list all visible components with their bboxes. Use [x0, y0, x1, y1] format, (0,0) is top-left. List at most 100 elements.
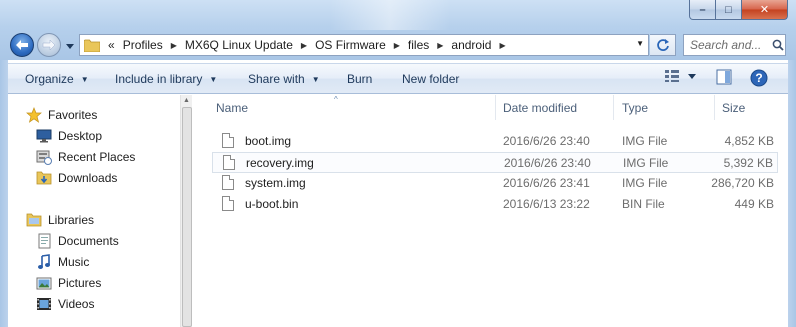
search-input[interactable] [690, 38, 770, 52]
navigation-pane: Favorites Desktop Recent Places Download… [8, 95, 180, 327]
sidebar-item-label: Recent Places [58, 149, 136, 164]
maximize-button[interactable]: □ [716, 0, 742, 20]
file-icon [223, 155, 235, 170]
videos-icon [36, 296, 52, 312]
music-icon [36, 253, 52, 270]
star-icon [26, 106, 42, 123]
change-view-button[interactable] [664, 69, 680, 83]
command-bar: Organize ▼ Include in library ▼ Share with… [8, 63, 788, 94]
sidebar-item-label: Music [58, 254, 90, 269]
sidebar-header-libraries[interactable]: Libraries [26, 209, 94, 230]
sidebar-item-videos[interactable]: Videos [36, 293, 94, 314]
window-frame: – □ ✕ « Profiles ▶ MX6Q Linux Update ▶ OS … [0, 0, 796, 60]
address-history-dropdown[interactable]: ▼ [636, 39, 644, 48]
sidebar-item-label: Videos [58, 296, 95, 311]
sidebar-header-favorites[interactable]: Favorites [26, 104, 97, 125]
window-border-right [788, 60, 796, 327]
address-bar[interactable]: « Profiles ▶ MX6Q Linux Update ▶ OS Firmwa… [79, 34, 649, 56]
back-button[interactable] [10, 33, 34, 57]
file-date: 2016/6/26 23:41 [503, 176, 590, 190]
breadcrumb-os-firmware[interactable]: OS Firmware ▶ [311, 35, 404, 55]
file-type: IMG File [622, 176, 668, 190]
help-icon: ? [750, 69, 768, 87]
svg-text:?: ? [755, 71, 762, 85]
file-icon [222, 175, 234, 190]
breadcrumb-arrow-icon[interactable]: ▶ [297, 41, 311, 50]
refresh-button[interactable] [650, 34, 676, 56]
search-box[interactable] [683, 34, 786, 56]
scrollbar-thumb[interactable] [182, 107, 192, 327]
breadcrumb-mx6q-linux-update[interactable]: MX6Q Linux Update ▶ [181, 35, 311, 55]
file-size: 5,392 KB [723, 156, 773, 170]
column-separator[interactable] [714, 95, 715, 120]
chevron-down-icon: ▼ [80, 74, 89, 84]
recent-pages-dropdown[interactable] [64, 40, 76, 52]
column-header-size[interactable]: Size [722, 95, 745, 120]
window-border-left [0, 60, 8, 327]
breadcrumb-android[interactable]: android ▶ [447, 35, 509, 55]
breadcrumb-files[interactable]: files ▶ [404, 35, 448, 55]
sidebar-item-label: Desktop [58, 128, 103, 143]
view-options-dropdown[interactable] [688, 74, 696, 79]
forward-button[interactable] [37, 33, 61, 57]
breadcrumb-arrow-icon[interactable]: ▶ [390, 41, 404, 50]
downloads-folder-icon [36, 170, 52, 186]
preview-pane-button[interactable] [716, 69, 732, 85]
pictures-icon [36, 275, 52, 291]
sidebar-item-pictures[interactable]: Pictures [36, 272, 101, 293]
file-size: 4,852 KB [724, 134, 774, 148]
file-type: IMG File [622, 134, 668, 148]
column-header-name[interactable]: Name [216, 95, 248, 120]
arrow-right-icon [42, 39, 56, 51]
scroll-up-icon[interactable]: ▲ [183, 97, 190, 104]
breadcrumb-overflow[interactable]: « [104, 35, 119, 55]
breadcrumb-arrow-icon[interactable]: ▶ [495, 41, 509, 50]
organize-button[interactable]: Organize ▼ [25, 72, 89, 86]
documents-icon [36, 233, 52, 249]
sidebar-header-label: Favorites [48, 107, 98, 122]
sidebar-item-desktop[interactable]: Desktop [36, 125, 102, 146]
file-icon [222, 196, 234, 211]
search-icon[interactable] [772, 39, 784, 51]
arrow-left-icon [16, 40, 28, 50]
file-row[interactable]: boot.img 2016/6/26 23:40 IMG File 4,852 … [212, 131, 778, 152]
sidebar-item-downloads[interactable]: Downloads [36, 167, 117, 188]
sidebar-item-label: Downloads [58, 170, 118, 185]
minimize-button[interactable]: – [689, 0, 716, 20]
chevron-down-icon [66, 43, 74, 49]
libraries-icon [26, 212, 42, 228]
file-row-focused[interactable]: recovery.img 2016/6/26 23:40 IMG File 5,… [212, 152, 778, 173]
file-row[interactable]: u-boot.bin 2016/6/13 23:22 BIN File 449 … [212, 194, 778, 215]
column-separator[interactable] [613, 95, 614, 120]
burn-button[interactable]: Burn [347, 72, 372, 86]
preview-pane-icon [716, 69, 732, 85]
file-list: ^ Name Date modified Type Size boot.img … [192, 95, 788, 327]
file-size: 449 KB [734, 197, 774, 211]
file-row[interactable]: system.img 2016/6/26 23:41 IMG File 286,… [212, 173, 778, 194]
file-name: system.img [245, 176, 306, 190]
chevron-down-icon: ▼ [311, 74, 320, 84]
navigation-pane-scrollbar[interactable]: ▲ [180, 95, 192, 327]
sidebar-item-label: Pictures [58, 275, 102, 290]
sidebar-item-music[interactable]: Music [36, 251, 89, 272]
breadcrumb-profiles[interactable]: Profiles ▶ [119, 35, 181, 55]
refresh-icon [656, 39, 669, 51]
column-header-type[interactable]: Type [622, 95, 648, 120]
sidebar-header-label: Libraries [48, 212, 95, 227]
sidebar-item-recent-places[interactable]: Recent Places [36, 146, 135, 167]
column-header-date-modified[interactable]: Date modified [503, 95, 577, 120]
file-type: IMG File [623, 156, 669, 170]
close-button[interactable]: ✕ [742, 0, 788, 20]
include-in-library-button[interactable]: Include in library ▼ [115, 72, 217, 86]
breadcrumb-arrow-icon[interactable]: ▶ [167, 41, 181, 50]
file-date: 2016/6/13 23:22 [503, 197, 590, 211]
caption-buttons: – □ ✕ [689, 0, 788, 20]
recent-places-icon [36, 149, 52, 165]
column-separator[interactable] [495, 95, 496, 120]
breadcrumb-arrow-icon[interactable]: ▶ [433, 41, 447, 50]
sidebar-item-documents[interactable]: Documents [36, 230, 119, 251]
help-button[interactable]: ? [750, 69, 768, 87]
sidebar-item-label: Documents [58, 233, 119, 248]
share-with-button[interactable]: Share with ▼ [248, 72, 320, 86]
new-folder-button[interactable]: New folder [402, 72, 459, 86]
